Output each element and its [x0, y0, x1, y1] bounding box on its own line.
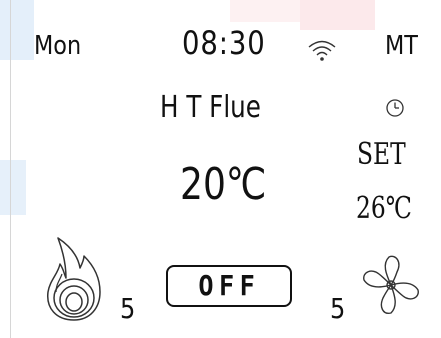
setpoint-value[interactable]: 26℃ [356, 194, 412, 224]
fan-icon[interactable] [358, 252, 424, 318]
time-display: 08:30 [182, 24, 266, 62]
background-watermark [0, 0, 34, 60]
clock-icon [386, 99, 404, 117]
wifi-icon [308, 40, 336, 61]
background-watermark [230, 0, 300, 22]
mode-indicator: MT [385, 31, 418, 61]
display-edge-line [10, 0, 11, 338]
thermostat-screen: Mon 08:30 MT H T Flue SET 20℃ 26℃ 5 OFF … [0, 0, 441, 338]
sensor-title: H T Flue [160, 90, 261, 125]
power-toggle-button[interactable]: OFF [166, 265, 292, 307]
current-temperature: 20℃ [180, 159, 267, 210]
flame-icon [47, 237, 101, 321]
setpoint-label: SET [357, 137, 406, 172]
day-label: Mon [34, 31, 82, 61]
fan-level: 5 [330, 292, 346, 325]
power-toggle-label: OFF [198, 269, 260, 302]
flame-level: 5 [120, 292, 136, 325]
background-watermark [0, 160, 26, 215]
background-watermark [300, 0, 375, 30]
